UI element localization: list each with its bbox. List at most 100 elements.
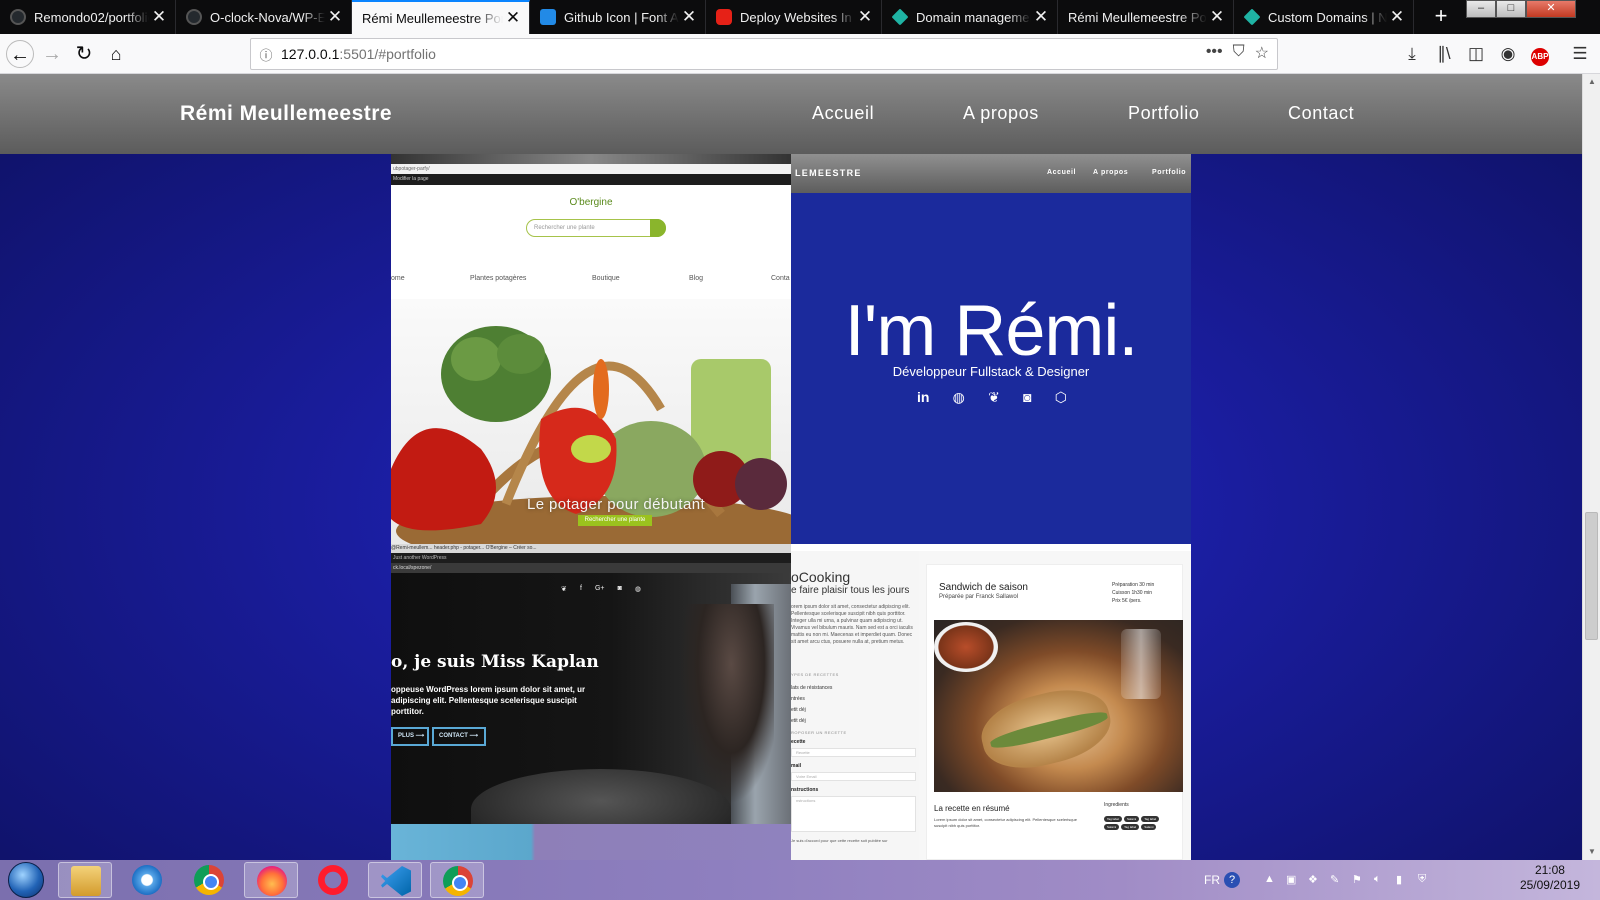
minimize-button[interactable]: –	[1466, 0, 1496, 18]
windows-start-icon[interactable]	[8, 862, 44, 898]
adblock-plus-icon[interactable]: ABP	[1526, 40, 1554, 68]
email-label: mail	[791, 763, 802, 769]
taskbar-itunes[interactable]	[120, 862, 174, 898]
tab-custom-domains[interactable]: Custom Domains | Netlify ✕	[1234, 0, 1414, 34]
recipe-label: ecette	[791, 739, 806, 745]
recipe-type-item: ntrées	[791, 696, 805, 702]
ingredient-tag: Salami	[1104, 824, 1120, 830]
language-indicator[interactable]: FR	[1204, 873, 1220, 887]
close-tab-icon[interactable]: ✕	[1031, 7, 1051, 27]
summary-text: Lorem ipsum dolor sit amet, consectetur …	[934, 817, 1077, 828]
tab-wp-e1[interactable]: O-clock-Nova/WP-E1 ✕	[176, 0, 352, 34]
nav-link-a-propos[interactable]: A propos	[963, 103, 1039, 124]
security-icon[interactable]: ⛨	[1418, 873, 1426, 886]
home-icon[interactable]: ⌂	[102, 40, 130, 68]
url-bar[interactable]: ⓘ 127.0.0.1 :5501/#portfolio ••• ⛉ ☆	[250, 38, 1278, 70]
recipe-types-heading: YPES DE RECETTES	[791, 672, 839, 677]
recipe-type-item: etit déj	[791, 718, 806, 724]
flag-icon[interactable]: ⚑	[1352, 873, 1362, 886]
taskbar-vscode[interactable]	[368, 862, 422, 898]
nav-link-portfolio[interactable]: Portfolio	[1128, 103, 1199, 124]
recipe-type-item: etit déj	[791, 707, 806, 713]
page-scrollbar[interactable]: ▲ ▼	[1582, 74, 1600, 860]
reload-icon[interactable]: ↻	[70, 40, 98, 68]
back-arrow-icon[interactable]: ←	[6, 40, 34, 68]
page-actions-icon[interactable]: •••	[1206, 43, 1223, 63]
tab-title: Deploy Websites In Seconds	[740, 9, 855, 25]
portfolio-item-miss-kaplan[interactable]: @Remi-meullem... header.php - potager...…	[391, 544, 791, 860]
clock[interactable]: 21:08 25/09/2019	[1520, 863, 1580, 893]
mini-site-brand: LEMEESTRE	[795, 168, 862, 178]
tab-domain-management[interactable]: Domain management ✕	[882, 0, 1058, 34]
mini-nav-item: Accueil	[1047, 169, 1077, 176]
taskbar-chrome[interactable]	[182, 862, 236, 898]
dropbox-icon[interactable]: ❖	[1308, 873, 1318, 886]
menu-item: Conta	[771, 275, 790, 282]
downloads-icon[interactable]: ⤓	[1398, 40, 1426, 68]
close-tab-icon[interactable]: ✕	[679, 7, 699, 27]
browser-navigation-bar: ← → ↻ ⌂ ⓘ 127.0.0.1 :5501/#portfolio •••…	[0, 34, 1600, 74]
email-input: Votre Email	[791, 772, 916, 781]
scroll-up-icon[interactable]: ▲	[1583, 74, 1600, 90]
maximize-button[interactable]: □	[1496, 0, 1526, 18]
star-icon[interactable]: ☆	[1255, 43, 1269, 63]
recipe-title: Sandwich de saison	[939, 582, 1028, 593]
site-info-icon[interactable]: ⓘ	[251, 45, 281, 64]
instructions-label: nstructions	[791, 787, 819, 793]
portfolio-item-ocooking[interactable]: oCooking e faire plaisir tous les jours …	[791, 544, 1191, 860]
scroll-down-icon[interactable]: ▼	[1583, 844, 1600, 860]
taskbar-opera[interactable]	[306, 862, 360, 898]
menu-icon[interactable]: ☰	[1566, 40, 1594, 68]
tab-portfolio-2[interactable]: Rémi Meullemeestre Portfolio ✕	[1058, 0, 1234, 34]
tab-youtube-deploy[interactable]: Deploy Websites In Seconds ✕	[706, 0, 882, 34]
github-icon: ◍	[952, 389, 965, 405]
opera-icon	[318, 865, 348, 895]
close-window-button[interactable]: ✕	[1526, 0, 1576, 18]
font-awesome-flag-icon	[540, 9, 556, 25]
obergine-search-input: Rechercher une plante	[526, 219, 666, 237]
sidebar-icon[interactable]: ◫	[1462, 40, 1490, 68]
scrollbar-thumb[interactable]	[1585, 512, 1598, 640]
forward-arrow-icon[interactable]: →	[38, 40, 66, 68]
volume-icon[interactable]: 🔈︎	[1374, 873, 1381, 886]
ocooking-slogan: e faire plaisir tous les jours	[791, 585, 910, 596]
nav-link-accueil[interactable]: Accueil	[812, 103, 874, 124]
help-icon[interactable]: ?	[1224, 872, 1240, 888]
github-icon	[186, 9, 202, 25]
tab-font-awesome[interactable]: Github Icon | Font Awesome ✕	[530, 0, 706, 34]
github-icon	[10, 9, 26, 25]
search-icon	[650, 219, 666, 237]
close-tab-icon[interactable]: ✕	[149, 7, 169, 27]
close-tab-icon[interactable]: ✕	[1207, 7, 1227, 27]
netlify-icon	[891, 8, 909, 26]
site-brand[interactable]: Rémi Meullemeestre	[180, 102, 392, 126]
new-tab-button[interactable]: +	[1426, 0, 1456, 34]
consent-text: Je suis d'accord pour que cette recette …	[791, 838, 888, 843]
pocket-icon[interactable]: ⛉	[1233, 43, 1245, 63]
library-icon[interactable]: ∥\	[1430, 40, 1458, 68]
portfolio-item-personal-site[interactable]: LEMEESTRE Accueil A propos Portfolio I'm…	[791, 154, 1191, 544]
tab-remondo-portfolio[interactable]: Remondo02/portfolio ✕	[0, 0, 176, 34]
close-tab-icon[interactable]: ✕	[325, 7, 345, 27]
hero-subtitle: Développeur Fullstack & Designer	[892, 364, 1090, 379]
recipe-author: Préparée par Franck Sallawol	[939, 594, 1019, 600]
close-tab-icon[interactable]: ✕	[1387, 7, 1407, 27]
ocooking-brand: oCooking	[791, 569, 851, 585]
youtube-icon	[716, 9, 732, 25]
tab-portfolio-active[interactable]: Rémi Meullemeestre Portfolio ✕	[352, 0, 530, 34]
instagram-icon: ◙	[617, 585, 622, 592]
show-hidden-icons[interactable]: ▲	[1264, 873, 1275, 885]
network-icon[interactable]: ▮	[1396, 873, 1402, 886]
mini-nav-item: A propos	[1093, 169, 1129, 176]
taskbar-file-explorer[interactable]	[58, 862, 112, 898]
close-tab-icon[interactable]: ✕	[503, 8, 523, 28]
close-tab-icon[interactable]: ✕	[855, 7, 875, 27]
nav-link-contact[interactable]: Contact	[1288, 103, 1354, 124]
account-icon[interactable]: ◉	[1494, 40, 1522, 68]
sync-icon[interactable]: ✎	[1330, 873, 1339, 886]
taskbar-chrome-2[interactable]	[430, 862, 484, 898]
portfolio-item-obergine[interactable]: ubpotager-parfy/ Modifier la page O'berg…	[391, 154, 791, 544]
obergine-search-button: Rechercher une plante	[578, 515, 652, 526]
taskbar-firefox[interactable]	[244, 862, 298, 898]
display-icon[interactable]: ▣	[1286, 873, 1296, 886]
